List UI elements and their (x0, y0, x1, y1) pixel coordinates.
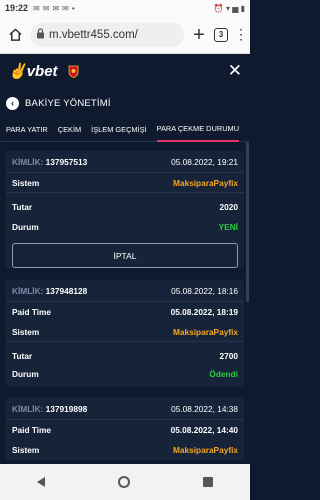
status-row: Durum Ödendi (6, 366, 244, 386)
system-nav-bar (0, 464, 250, 500)
system-value: MaksiparaPayfix (172, 326, 238, 337)
amount-label: Tutar (12, 351, 33, 361)
id-label: KİMLİK: (12, 156, 44, 167)
withdrawal-card: KİMLİK: 137919898 05.08.2022, 14:38 Paid… (6, 398, 244, 460)
amount-value: 2700 (219, 351, 238, 361)
logo-mark: ✌ (8, 63, 27, 80)
notification-icons: ✉ ✉ ✉ ✉ • (33, 4, 75, 13)
home-circle-icon[interactable] (117, 476, 130, 488)
clock: 19:22 (5, 3, 29, 13)
card-header: KİMLİK: 137948128 05.08.2022, 18:16 (6, 280, 244, 302)
system-row: Sistem MaksiparaPayfix (6, 173, 244, 193)
withdrawal-card: KİMLİK: 137957513 05.08.2022, 19:21 Sist… (6, 151, 244, 268)
status-badge: Ödendi (209, 369, 238, 379)
tab-withdrawal-status[interactable]: PARA ÇEKME DURUMU (156, 118, 240, 142)
address-bar[interactable]: m.vbettr455.com/ (30, 22, 184, 47)
recent-apps-icon[interactable] (203, 477, 214, 487)
back-arrow-icon[interactable]: ‹ (6, 96, 19, 110)
amount-row: Tutar 2700 (6, 346, 244, 366)
browser-toolbar: m.vbettr455.com/ + 3 ⋮ (0, 16, 250, 54)
amount-row: Tutar 2020 (6, 197, 244, 217)
notification-icon: ✉ (52, 3, 60, 13)
new-tab-icon[interactable]: + (190, 25, 208, 45)
status-label: Durum (12, 222, 39, 232)
request-date: 05.08.2022, 18:16 (171, 285, 238, 296)
system-label: Sistem (12, 326, 40, 337)
notification-icon: ✉ (62, 3, 69, 13)
paid-time-label: Paid Time (12, 425, 52, 435)
withdrawal-id: KİMLİK: 137948128 (12, 286, 87, 296)
tab-bar: PARA YATIR ÇEKİM İŞLEM GEÇMİŞİ PARA ÇEKM… (0, 118, 250, 142)
request-date: 05.08.2022, 19:21 (171, 156, 238, 167)
url-text: m.vbettr455.com/ (49, 28, 138, 41)
page-title-row: ‹ BAKİYE YÖNETİMİ (0, 88, 250, 118)
system-value: MaksiparaPayfix (172, 177, 238, 188)
card-header: KİMLİK: 137957513 05.08.2022, 19:21 (6, 151, 244, 173)
amount-value: 2020 (219, 202, 238, 212)
status-bar: 19:22 ✉ ✉ ✉ ✉ • ⏰ ▾ ▅ ▮ (0, 0, 250, 16)
system-row: Sistem MaksiparaPayfix (6, 322, 244, 342)
scrollbar[interactable] (246, 142, 249, 302)
paid-time-value: 05.08.2022, 18:19 (170, 307, 238, 317)
status-row: Durum YENİ (6, 217, 244, 237)
system-row: Sistem MaksiparaPayfix (6, 440, 244, 460)
id-value: 137957513 (45, 156, 88, 167)
withdrawal-id: KİMLİK: 137919898 (12, 404, 87, 414)
app-header: ✌ vbet ✕ (0, 54, 250, 88)
withdrawal-id: KİMLİK: 137957513 (12, 157, 87, 167)
id-value: 137948128 (45, 285, 88, 296)
more-menu-icon[interactable]: ⋮ (234, 26, 248, 43)
logo-text: vbet (26, 62, 58, 80)
home-icon[interactable] (6, 26, 24, 44)
back-triangle-icon[interactable] (36, 477, 45, 487)
notification-icon: ✉ (33, 3, 40, 13)
status-badge: YENİ (218, 222, 238, 232)
tab-withdraw[interactable]: ÇEKİM (58, 118, 81, 142)
lock-icon (36, 26, 45, 44)
system-status-icons: ⏰ ▾ ▅ ▮ (213, 3, 245, 13)
page-title: BAKİYE YÖNETİMİ (25, 97, 111, 109)
system-value: MaksiparaPayfix (172, 445, 238, 455)
request-date: 05.08.2022, 14:38 (171, 403, 238, 414)
close-icon[interactable]: ✕ (228, 61, 242, 81)
dot-icon: • (71, 3, 75, 13)
status-label: Durum (12, 369, 39, 379)
club-badge-icon (68, 65, 79, 78)
tab-switcher-button[interactable]: 3 (214, 27, 228, 42)
tab-deposit[interactable]: PARA YATIR (6, 118, 48, 142)
card-header: KİMLİK: 137919898 05.08.2022, 14:38 (6, 398, 244, 420)
id-label: KİMLİK: (12, 403, 44, 414)
cancel-button[interactable]: İPTAL (12, 243, 238, 268)
paid-time-value: 05.08.2022, 14:40 (170, 425, 238, 435)
notification-icon: ✉ (42, 3, 50, 13)
vbet-logo[interactable]: ✌ vbet (8, 62, 58, 81)
tab-transaction-history[interactable]: İŞLEM GEÇMİŞİ (91, 118, 146, 142)
system-label: Sistem (12, 177, 40, 188)
paid-time-row: Paid Time 05.08.2022, 18:19 (6, 302, 244, 322)
paid-time-label: Paid Time (12, 307, 52, 317)
paid-time-row: Paid Time 05.08.2022, 14:40 (6, 420, 244, 440)
withdrawal-list[interactable]: KİMLİK: 137957513 05.08.2022, 19:21 Sist… (0, 142, 250, 464)
id-value: 137919898 (45, 403, 88, 414)
system-label: Sistem (12, 445, 40, 455)
withdrawal-card: KİMLİK: 137948128 05.08.2022, 18:16 Paid… (6, 280, 244, 386)
id-label: KİMLİK: (12, 285, 44, 296)
amount-label: Tutar (12, 202, 33, 212)
